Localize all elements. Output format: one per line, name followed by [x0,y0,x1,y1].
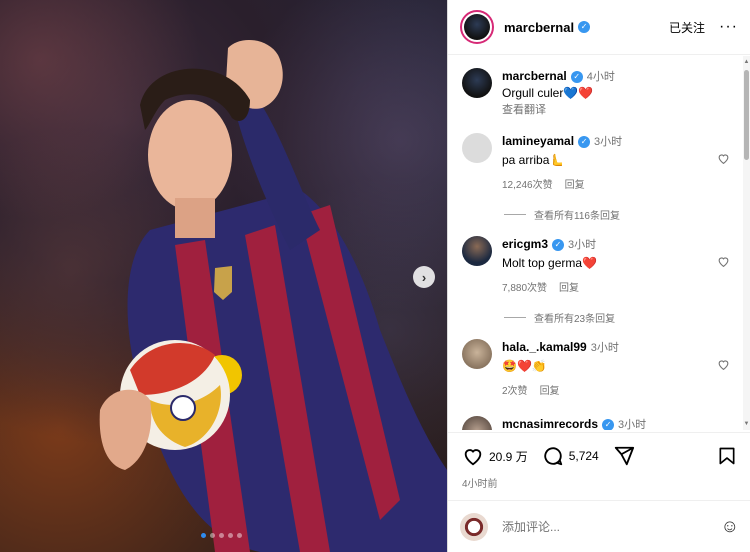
scroll-up-icon[interactable]: ▲ [743,58,750,66]
list-item: lamineyamal ✓ 3小时 pa arriba🫷 12,246次赞 回复 [462,133,734,191]
comment-username[interactable]: marcbernal [502,69,567,83]
verified-icon: ✓ [578,136,591,148]
post-side-panel: marcbernal ✓ 已关注 ··· marcbernal ✓ 4小时 Orgu… [447,0,750,552]
player-illustration [99,39,447,552]
comment-icon [544,447,562,466]
emoji-icon[interactable]: ☺ [721,516,739,537]
list-item: hala._.kamal99 3小时 🤩❤️👏 2次赞 回复 [462,339,734,397]
reply-button[interactable]: 回复 [559,283,579,294]
author-username[interactable]: marcbernal [504,20,574,35]
avatar[interactable] [462,236,492,266]
carousel-dot [219,533,224,538]
comment-count: 5,724 [568,449,599,463]
like-button[interactable]: 20.9 万 [462,445,528,467]
reply-button[interactable]: 回复 [540,386,560,397]
comment-time: 3小时 [568,239,597,251]
share-button[interactable] [613,445,635,467]
comment-text: Molt top germa❤️ [502,256,597,270]
comment-text: pa arriba🫷 [502,153,565,167]
divider [504,214,526,215]
verified-icon: ✓ [570,71,583,83]
next-slide-button[interactable]: › [413,266,435,288]
post-timestamp: 4小时前 [462,479,498,490]
more-options-icon[interactable]: ··· [719,19,738,35]
add-comment-bar: 添加评论... ☺ [448,500,750,552]
comment-time: 4小时 [586,71,615,83]
comment-username[interactable]: ericgm3 [502,237,548,251]
verified-icon: ✓ [552,239,565,251]
send-icon [614,446,634,466]
carousel-indicator [201,533,242,538]
heart-icon [464,449,482,466]
comments-list[interactable]: marcbernal ✓ 4小时 Orgull culer💙❤️ 查看翻译 lami… [448,56,744,430]
comment-username[interactable]: mcnasimrecords [502,417,598,430]
caption: marcbernal ✓ 4小时 Orgull culer💙❤️ 查看翻译 [462,68,734,117]
avatar[interactable] [462,339,492,369]
author-avatar[interactable] [460,10,494,44]
list-item: ericgm3 ✓ 3小时 Molt top germa❤️ 7,880次赞 回复 [462,236,734,294]
heart-icon[interactable] [717,255,730,268]
verified-icon: ✓ [602,419,615,430]
post-header: marcbernal ✓ 已关注 ··· [448,0,750,55]
add-comment-input[interactable]: 添加评论... [502,518,721,535]
comment-button[interactable]: 5,724 [542,445,599,467]
avatar[interactable] [462,416,492,430]
list-item: mcnasimrecords ✓ 3小时 [462,416,734,430]
heart-icon[interactable] [717,152,730,165]
post-photo[interactable]: › [0,0,447,552]
comment-time: 3小时 [594,136,623,148]
post-actions: 20.9 万 5,724 4小时前 [448,432,750,490]
bookmark-icon[interactable] [717,445,737,467]
avatar[interactable] [462,68,492,98]
heart-icon[interactable] [717,358,730,371]
comment-time: 3小时 [590,342,619,354]
post-viewer: › marcbernal ✓ 已关注 ··· marcbernal✓4小时 [0,0,750,552]
comment-likes[interactable]: 7,880次赞 [502,283,547,294]
carousel-dot [210,533,215,538]
see-translation-link[interactable]: 查看翻译 [502,101,734,117]
avatar[interactable] [462,133,492,163]
comment-likes[interactable]: 2次赞 [502,386,528,397]
scroll-down-icon[interactable]: ▼ [743,420,750,428]
carousel-dot [228,533,233,538]
reply-button[interactable]: 回复 [565,180,585,191]
carousel-dot [237,533,242,538]
view-replies-label: 查看所有116条回复 [534,211,620,222]
view-replies-label: 查看所有23条回复 [534,314,616,325]
view-replies-link[interactable]: 查看所有23条回复 [504,310,615,325]
comment-text: Orgull culer💙❤️ [502,86,594,100]
carousel-dot [201,533,206,538]
divider [504,317,526,318]
comment-text: 🤩❤️👏 [502,359,547,373]
scrollbar-thumb[interactable] [744,70,749,160]
like-count: 20.9 万 [489,449,528,464]
comment-username[interactable]: lamineyamal [502,134,574,148]
comment-time: 3小时 [618,419,647,430]
chevron-right-icon: › [421,269,427,285]
view-replies-link[interactable]: 查看所有116条回复 [504,207,620,222]
following-button[interactable]: 已关注 [669,19,705,36]
comment-username[interactable]: hala._.kamal99 [502,340,587,354]
my-avatar[interactable] [460,512,488,541]
verified-icon: ✓ [578,21,591,33]
comment-likes[interactable]: 12,246次赞 [502,180,553,191]
comments-scrollbar[interactable]: ▲ ▼ [743,56,750,430]
